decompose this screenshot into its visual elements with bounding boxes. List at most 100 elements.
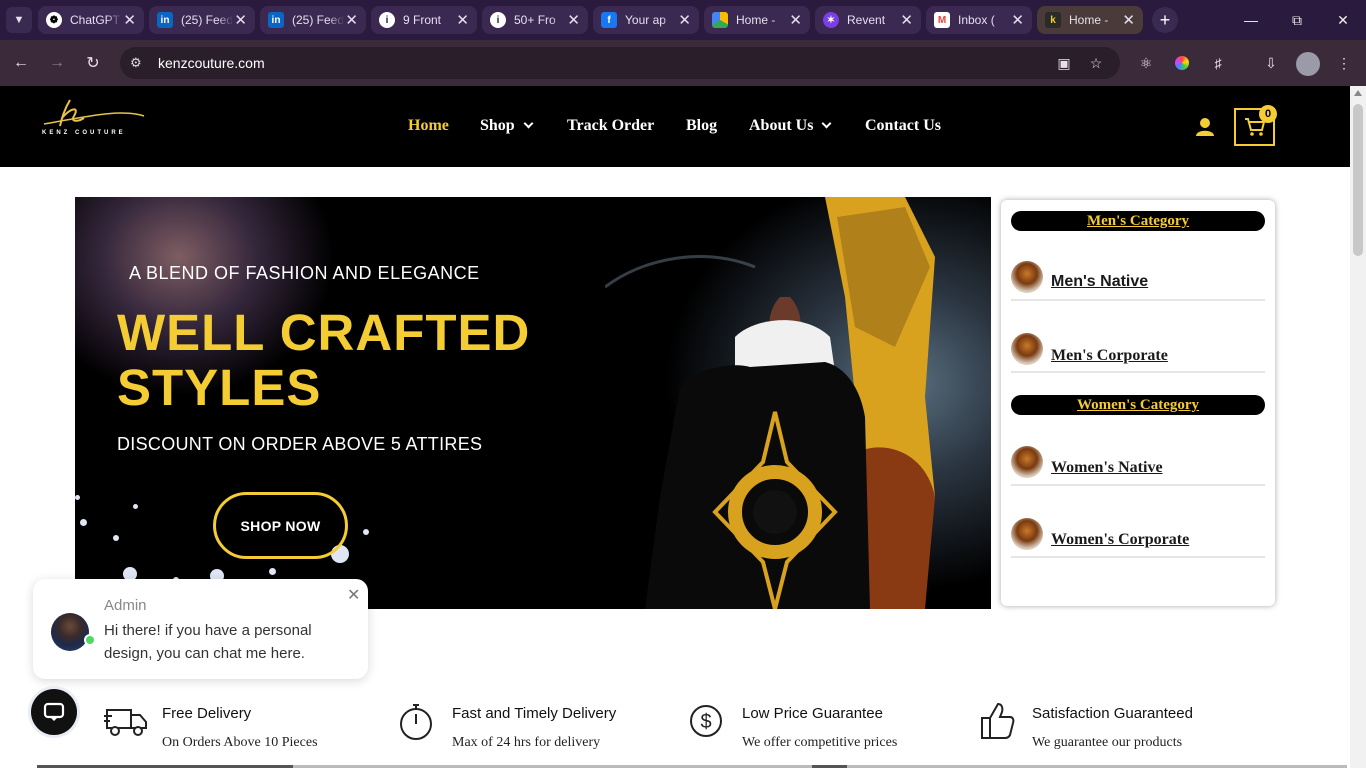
close-icon[interactable]: ✕ [456, 11, 469, 29]
linkedin-icon: in [157, 12, 173, 28]
minimize-button[interactable]: — [1228, 0, 1274, 40]
close-icon: ✕ [1337, 11, 1349, 28]
chevron-down-icon: ▼ [13, 14, 25, 26]
chat-popup[interactable]: Admin Hi there! if you have a personal d… [33, 579, 368, 679]
tab-title: (25) Feed [292, 13, 344, 27]
feature-title: Satisfaction Guaranteed [1032, 705, 1193, 722]
browser-tab[interactable]: f Your ap ✕ [593, 6, 699, 34]
mens-category-heading[interactable]: Men's Category [1011, 211, 1265, 231]
scrollbar-thumb[interactable] [1353, 104, 1363, 256]
shop-now-button[interactable]: SHOP NOW [213, 492, 348, 559]
category-link[interactable]: Men's Native [1051, 273, 1148, 291]
nav-blog[interactable]: Blog [686, 117, 717, 135]
admin-avatar [51, 613, 89, 651]
browser-tab[interactable]: ❁ ChatGPT ✕ [38, 6, 144, 34]
info-icon: i [490, 12, 506, 28]
nav-contact[interactable]: Contact Us [865, 117, 941, 135]
site-logo[interactable]: KENZ COUTURE [40, 96, 150, 140]
close-icon[interactable]: ✕ [1011, 11, 1024, 29]
tab-title: 9 Front [403, 13, 442, 27]
browser-tab[interactable]: in (25) Feed ✕ [260, 6, 366, 34]
new-tab-button[interactable]: + [1152, 7, 1178, 33]
extension-react-icon[interactable]: ⚛ [1135, 52, 1157, 74]
tab-title: Inbox ( [958, 13, 995, 27]
close-icon[interactable]: ✕ [900, 11, 913, 29]
scroll-up-arrow-icon[interactable] [1354, 90, 1362, 96]
tab-title: Your ap [625, 13, 666, 27]
category-item[interactable]: Men's Corporate [1011, 333, 1265, 373]
category-thumbnail [1011, 446, 1043, 478]
install-app-icon[interactable]: ▣ [1053, 52, 1075, 74]
gmail-icon: M [934, 12, 950, 28]
chatgpt-icon: ❁ [46, 12, 62, 28]
online-status-indicator [84, 634, 96, 646]
category-item[interactable]: Women's Corporate [1011, 518, 1265, 558]
womens-category-heading[interactable]: Women's Category [1011, 395, 1265, 415]
bookmark-star-icon[interactable]: ☆ [1085, 52, 1107, 74]
user-account-icon[interactable] [1195, 117, 1215, 137]
address-bar[interactable]: ⚙ kenzcouture.com [120, 47, 1120, 79]
category-link[interactable]: Women's Native [1051, 459, 1163, 477]
nav-about[interactable]: About Us [749, 117, 832, 135]
category-item[interactable]: Men's Native [1011, 261, 1265, 301]
reload-button[interactable]: ↻ [78, 48, 108, 78]
browser-tab[interactable]: i 50+ Fro ✕ [482, 6, 588, 34]
profile-avatar[interactable] [1296, 52, 1320, 76]
forward-button[interactable]: → [42, 48, 72, 78]
close-icon[interactable]: ✕ [234, 11, 247, 29]
close-icon[interactable]: ✕ [1122, 11, 1135, 29]
chat-bubble-icon [43, 702, 65, 721]
site-info-icon[interactable]: ⚙ [130, 55, 150, 71]
dollar-icon: $ [688, 700, 732, 742]
tab-title: 50+ Fro [514, 13, 556, 27]
category-item[interactable]: Women's Native [1011, 446, 1265, 486]
back-button[interactable]: ← [6, 48, 36, 78]
close-icon[interactable]: ✕ [789, 11, 802, 29]
browser-tab-strip: ▼ ❁ ChatGPT ✕ in (25) Feed ✕ in (25) Fee… [0, 0, 1366, 40]
feature-description: Max of 24 hrs for delivery [452, 735, 601, 750]
browser-tab[interactable]: in (25) Feed ✕ [149, 6, 255, 34]
category-panel: Men's Category Men's Native Men's Corpor… [1001, 200, 1275, 606]
tab-title: (25) Feed [181, 13, 233, 27]
chat-sender-name: Admin [104, 597, 147, 614]
url-text[interactable]: kenzcouture.com [158, 55, 265, 71]
browser-tab-active[interactable]: k Home - ✕ [1037, 6, 1143, 34]
tab-title: ChatGPT [70, 13, 121, 27]
kenz-icon: k [1045, 12, 1061, 28]
close-icon[interactable]: ✕ [345, 11, 358, 29]
close-window-button[interactable]: ✕ [1320, 0, 1366, 40]
close-icon[interactable]: ✕ [347, 585, 360, 605]
nav-shop[interactable]: Shop [480, 117, 534, 135]
category-link[interactable]: Women's Corporate [1051, 531, 1189, 549]
close-icon[interactable]: ✕ [123, 11, 136, 29]
chat-launcher-button[interactable] [31, 689, 77, 735]
tab-title: Revent [847, 13, 886, 27]
feature-title: Free Delivery [162, 705, 252, 722]
nav-home[interactable]: Home [408, 117, 449, 135]
nav-track-order[interactable]: Track Order [567, 117, 654, 135]
tab-title: Home - [1069, 13, 1109, 27]
color-picker-icon[interactable] [1171, 52, 1193, 74]
menu-dots-icon[interactable]: ⋮ [1333, 52, 1355, 74]
nav-shop-label: Shop [480, 117, 515, 134]
feature-description: We guarantee our products [1032, 735, 1183, 750]
restore-icon: ⧉ [1292, 11, 1302, 28]
extensions-puzzle-icon[interactable]: ♯ [1207, 52, 1229, 74]
browser-tab[interactable]: ✶ Revent ✕ [815, 6, 921, 34]
chat-message: Hi there! if you have a personal design,… [104, 622, 312, 662]
download-icon[interactable]: ⇩ [1260, 52, 1282, 74]
restore-button[interactable]: ⧉ [1274, 0, 1320, 40]
drive-icon [712, 12, 728, 28]
browser-tab[interactable]: Home - ✕ [704, 6, 810, 34]
close-icon[interactable]: ✕ [678, 11, 691, 29]
hero-title-line1: WELL CRAFTED [117, 304, 531, 361]
tab-search-button[interactable]: ▼ [6, 7, 32, 33]
close-icon[interactable]: ✕ [567, 11, 580, 29]
category-link[interactable]: Men's Corporate [1051, 347, 1168, 365]
page-scrollbar[interactable] [1350, 86, 1366, 768]
user-icon-svg [1196, 118, 1214, 136]
browser-tab[interactable]: i 9 Front ✕ [371, 6, 477, 34]
arrow-right-icon: → [49, 54, 65, 71]
site-header [0, 86, 1350, 167]
browser-tab[interactable]: M Inbox ( ✕ [926, 6, 1032, 34]
